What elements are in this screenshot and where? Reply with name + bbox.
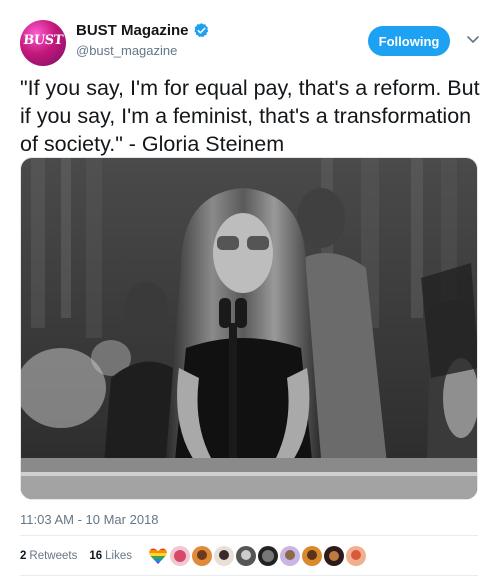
likes-stat[interactable]: 16 Likes [89, 550, 132, 562]
chevron-down-icon[interactable] [464, 30, 482, 48]
likes-count: 16 [89, 550, 103, 562]
tweet-header: BUST BUST Magazine @bust_magazine Follow… [20, 20, 482, 66]
retweets-label: Retweets [29, 550, 78, 562]
divider [20, 535, 478, 536]
photo-image [21, 158, 477, 499]
liker-avatar[interactable] [346, 546, 366, 566]
liker-avatar[interactable] [302, 546, 322, 566]
liker-avatar[interactable] [258, 546, 278, 566]
liker-avatar[interactable] [324, 546, 344, 566]
liker-avatar[interactable] [280, 546, 300, 566]
divider [20, 575, 478, 576]
likes-label: Likes [105, 550, 132, 562]
rainbow-heart-icon[interactable] [148, 546, 168, 566]
liker-avatar[interactable] [170, 546, 190, 566]
tweet-text: "If you say, I'm for equal pay, that's a… [20, 76, 480, 156]
avatar[interactable]: BUST [20, 20, 66, 66]
liker-avatar[interactable] [192, 546, 212, 566]
following-button[interactable]: Following [368, 26, 450, 56]
handle[interactable]: @bust_magazine [76, 43, 210, 58]
verified-icon [193, 23, 208, 38]
liker-avatar[interactable] [214, 546, 234, 566]
retweets-stat[interactable]: 2 Retweets [20, 550, 77, 562]
account-name-block[interactable]: BUST Magazine @bust_magazine [76, 22, 210, 58]
likers-avatars [148, 546, 368, 566]
liker-avatar[interactable] [236, 546, 256, 566]
avatar-logo-text: BUST [22, 33, 64, 48]
tweet-photo[interactable] [20, 157, 478, 500]
tweet-stats: 2 Retweets 16 Likes [20, 544, 368, 568]
tweet-timestamp[interactable]: 11:03 AM - 10 Mar 2018 [20, 512, 159, 527]
display-name[interactable]: BUST Magazine [76, 22, 189, 39]
retweets-count: 2 [20, 550, 27, 562]
